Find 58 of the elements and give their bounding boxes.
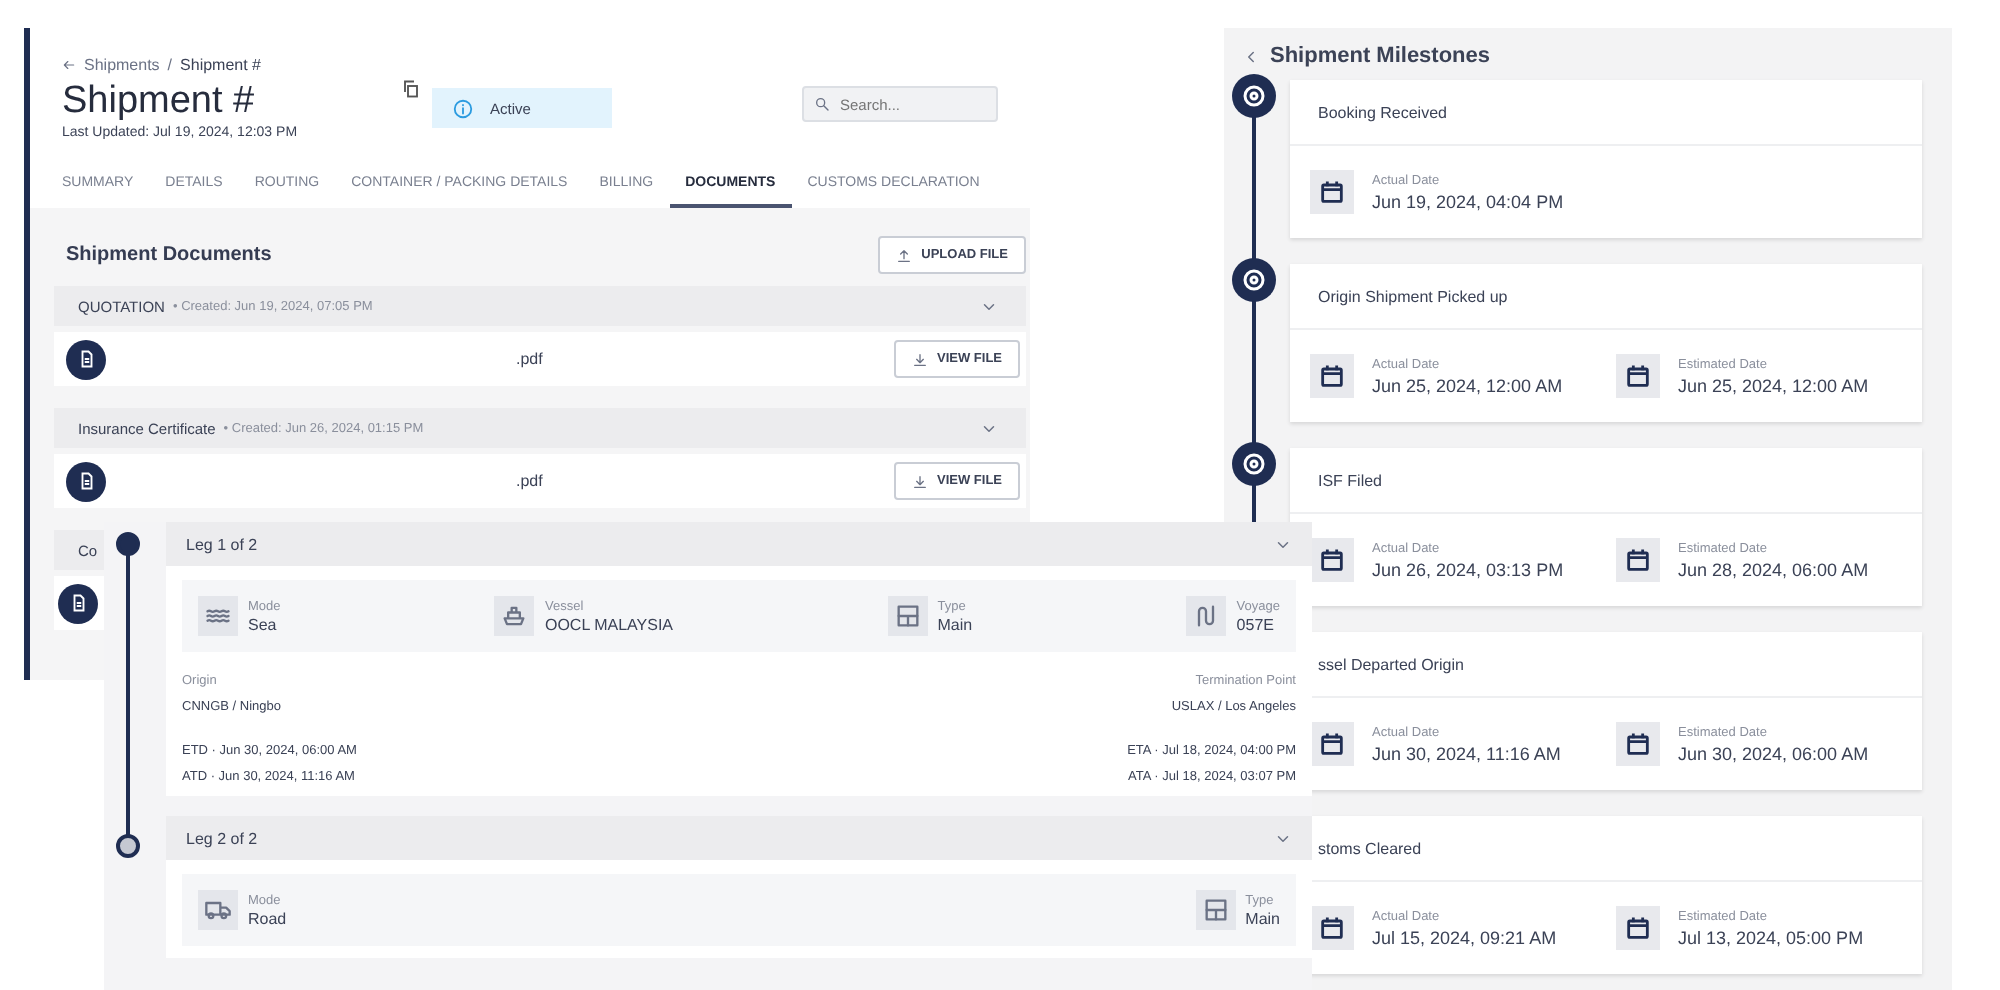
calendar-icon [1310,906,1354,950]
file-name: .pdf [516,472,543,490]
calendar-icon [1310,722,1354,766]
milestone-title: ISF Filed [1318,471,1383,489]
date-value: Jun 25, 2024, 12:00 AM [1678,375,1869,395]
milestone-node-icon [1232,258,1276,302]
ship-icon [500,602,529,630]
breadcrumb-link[interactable]: Shipment # [180,56,261,74]
milestone-title: ssel Departed Origin [1318,655,1464,673]
date-value: Jun 26, 2024, 03:13 PM [1372,559,1564,579]
leg-header[interactable]: Leg 2 of 2 [166,816,1312,860]
milestone-title: Booking Received [1318,103,1447,121]
date-value: Jun 19, 2024, 04:04 PM [1372,191,1564,211]
back-arrow-icon [62,58,76,72]
leg-header[interactable]: Leg 1 of 2 [166,522,1312,566]
date-value: Jun 30, 2024, 11:16 AM [1372,743,1561,763]
detail-value: 057E [1236,615,1276,633]
copy-icon[interactable] [402,80,420,98]
milestone-title: stoms Cleared [1318,839,1422,857]
calendar-icon [1616,906,1660,950]
page-title: Shipment # [62,80,257,124]
calendar-icon [1310,538,1354,582]
download-icon [911,351,927,367]
search-icon [814,96,830,112]
chevron-left-icon [1242,47,1260,65]
upload-icon [895,247,912,263]
detail-value: Sea [248,615,279,633]
date-value: Jun 28, 2024, 06:00 AM [1678,559,1869,579]
leg-title: Leg 1 of 2 [186,535,260,553]
date-value: Jun 25, 2024, 12:00 AM [1372,375,1563,395]
calendar-icon [1616,354,1660,398]
detail-value: OOCL MALAYSIA [544,615,674,633]
date-value: Jun 30, 2024, 06:00 AM [1678,743,1869,763]
calendar-icon [1310,354,1354,398]
breadcrumb-separator: / [167,56,173,74]
panel-title: Shipment Milestones [1270,44,1491,68]
info-icon [452,97,474,119]
date-value: Jul 13, 2024, 05:00 PM [1678,927,1864,947]
document-icon [66,339,106,379]
detail-value: Main [1245,909,1280,927]
section-title: Shipment Documents [66,244,272,266]
date-value: Jul 15, 2024, 09:21 AM [1372,927,1557,947]
file-name: .pdf [516,350,543,368]
download-icon [911,473,927,489]
detail-value: Main [937,615,973,633]
milestone-node-icon [1232,74,1276,118]
milestone-node-icon [1232,442,1276,486]
leg-title: Leg 2 of 2 [186,829,260,847]
calendar-icon [1616,538,1660,582]
layout-icon [893,602,922,630]
milestone-title: Origin Shipment Picked up [1318,287,1508,305]
detail-value: Road [248,909,287,927]
truck-icon [204,896,232,924]
calendar-icon [1616,722,1660,766]
document-icon [66,461,106,501]
calendar-icon [1310,170,1354,214]
layout-icon [1201,896,1230,924]
breadcrumb-link[interactable]: Shipments [84,56,160,74]
